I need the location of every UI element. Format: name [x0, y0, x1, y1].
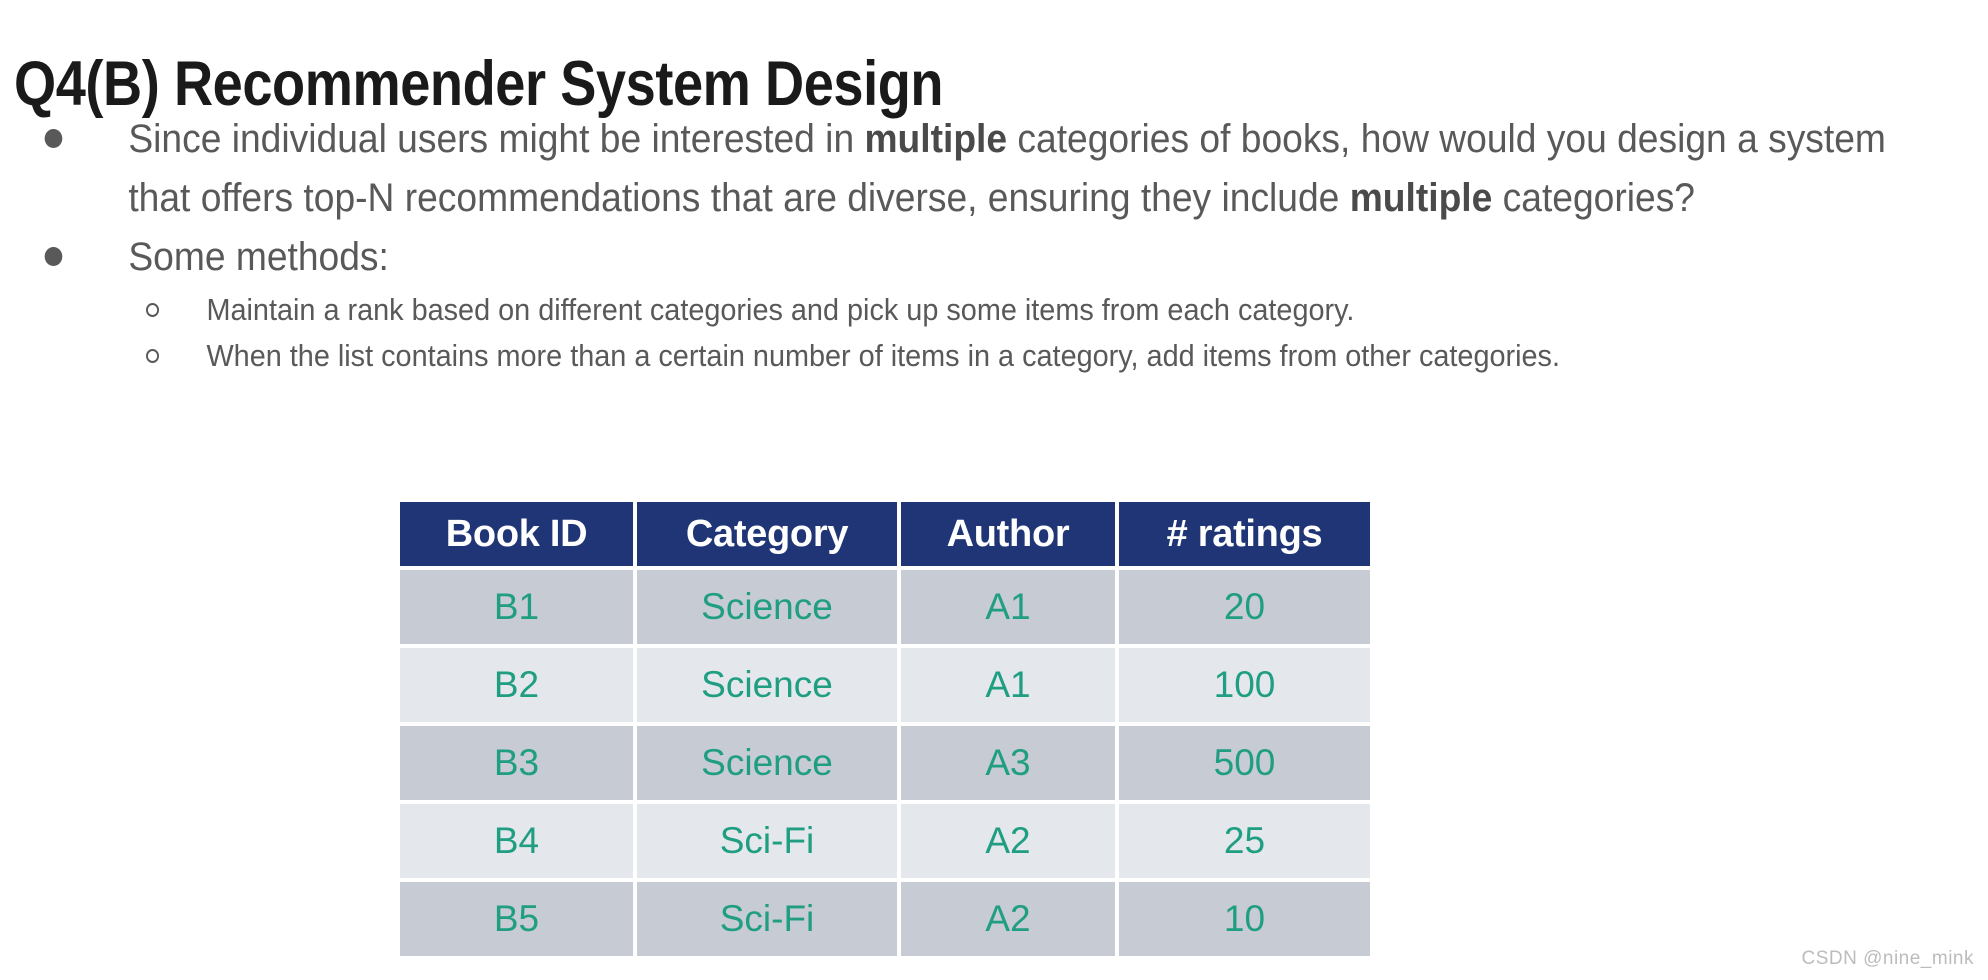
bullet-circle-icon — [146, 303, 160, 317]
books-table: Book ID Category Author # ratings B1 Sci… — [396, 498, 1374, 960]
cell-book-id: B5 — [400, 882, 633, 956]
bullet-disc-icon — [44, 247, 63, 266]
cell-ratings: 25 — [1119, 804, 1370, 878]
table-body: B1 Science A1 20 B2 Science A1 100 B3 Sc… — [400, 570, 1370, 956]
table-header: Book ID Category Author # ratings — [400, 502, 1370, 566]
cell-book-id: B2 — [400, 648, 633, 722]
sub-bullet-item-1: Maintain a rank based on different categ… — [0, 287, 1981, 333]
sub-bullet-item-2: When the list contains more than a certa… — [0, 333, 1981, 379]
books-table-container: Book ID Category Author # ratings B1 Sci… — [400, 502, 1370, 956]
bullet-disc-icon — [44, 129, 63, 148]
cell-ratings: 20 — [1119, 570, 1370, 644]
bullet-list: Since individual users might be interest… — [0, 110, 1988, 379]
column-header-book-id: Book ID — [400, 502, 633, 566]
table-row: B4 Sci-Fi A2 25 — [400, 804, 1370, 878]
cell-category: Sci-Fi — [637, 882, 897, 956]
cell-author: A2 — [901, 882, 1115, 956]
cell-category: Science — [637, 648, 897, 722]
table-row: B1 Science A1 20 — [400, 570, 1370, 644]
sub-bullet-item-2-text: When the list contains more than a certa… — [206, 338, 1560, 373]
bullet-circle-icon — [146, 349, 160, 363]
cell-author: A2 — [901, 804, 1115, 878]
cell-category: Science — [637, 570, 897, 644]
cell-ratings: 10 — [1119, 882, 1370, 956]
cell-ratings: 100 — [1119, 648, 1370, 722]
bullet-item-2: Some methods: — [0, 228, 1972, 287]
watermark: CSDN @nine_mink — [1801, 948, 1974, 969]
cell-category: Sci-Fi — [637, 804, 897, 878]
column-header-category: Category — [637, 502, 897, 566]
emphasis-text: multiple — [864, 117, 1008, 161]
cell-author: A1 — [901, 570, 1115, 644]
sub-bullet-item-1-text: Maintain a rank based on different categ… — [206, 292, 1355, 327]
bullet-item-1: Since individual users might be interest… — [0, 110, 1972, 228]
cell-book-id: B1 — [400, 570, 633, 644]
cell-category: Science — [637, 726, 897, 800]
cell-ratings: 500 — [1119, 726, 1370, 800]
column-header-ratings: # ratings — [1119, 502, 1370, 566]
bullet-item-2-text: Some methods: — [128, 235, 389, 279]
table-row: B3 Science A3 500 — [400, 726, 1370, 800]
bullet-item-1-text: Since individual users might be interest… — [128, 117, 1886, 220]
table-header-row: Book ID Category Author # ratings — [400, 502, 1370, 566]
table-row: B5 Sci-Fi A2 10 — [400, 882, 1370, 956]
cell-author: A3 — [901, 726, 1115, 800]
emphasis-text: multiple — [1349, 176, 1493, 220]
cell-book-id: B3 — [400, 726, 633, 800]
table-row: B2 Science A1 100 — [400, 648, 1370, 722]
cell-author: A1 — [901, 648, 1115, 722]
slide-canvas: Q4(B) Recommender System Design Since in… — [0, 0, 1988, 980]
column-header-author: Author — [901, 502, 1115, 566]
cell-book-id: B4 — [400, 804, 633, 878]
